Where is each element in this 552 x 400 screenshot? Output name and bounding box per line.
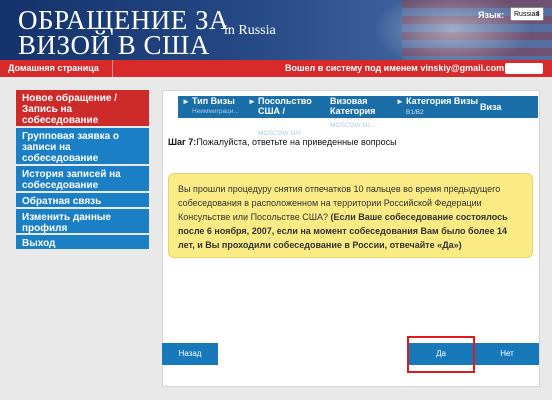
chevron-updown-icon: ⇕ xyxy=(535,11,541,18)
step-text: Пожалуйста, ответьте на приведенные вопр… xyxy=(196,137,397,147)
redacted-mask xyxy=(505,63,543,74)
step-visa: Виза xyxy=(480,102,502,112)
sidebar-item-feedback[interactable]: Обратная связь xyxy=(16,193,149,209)
steps-bar: ► Тип Визы Неиммиграци... ► Посольство С… xyxy=(178,96,538,137)
site-header: ОБРАЩЕНИЕ ЗА ВИЗОЙ В США in Russia Язык:… xyxy=(0,0,552,60)
sidebar-item-edit-profile[interactable]: Изменить данные профиля xyxy=(16,209,149,235)
country-label: in Russia xyxy=(224,23,276,38)
sidebar-item-group-application[interactable]: Групповая заявка о записи на собеседован… xyxy=(16,128,149,166)
step-arrow-icon: ► xyxy=(182,97,190,106)
step-visa-type-value: Неиммиграци... xyxy=(192,108,239,115)
step-visa-class: Категория Визы xyxy=(406,96,479,106)
step-embassy: Посольство США / xyxy=(258,96,312,116)
sidebar-item-logout[interactable]: Выход xyxy=(16,235,149,251)
header-glow xyxy=(372,0,532,60)
step-visa-class-value: B1/B2 xyxy=(406,109,424,116)
sidebar-item-history[interactable]: История записей на собеседование xyxy=(16,166,149,193)
home-link[interactable]: Домашняя страница xyxy=(0,60,113,77)
step-visa-category: Визовая Категория xyxy=(330,96,376,116)
step-number: Шаг 7: xyxy=(168,137,197,147)
question-box: Вы прошли процедуру снятия отпечатков 10… xyxy=(168,173,533,258)
step-arrow-icon: ► xyxy=(396,97,404,106)
highlight-box xyxy=(407,336,475,373)
back-button[interactable]: Назад xyxy=(162,343,218,365)
site-title: ОБРАЩЕНИЕ ЗА ВИЗОЙ В США xyxy=(18,7,229,60)
login-info: Вошел в систему под именем vinskiy@gmail… xyxy=(285,63,510,73)
language-label: Язык: xyxy=(478,10,505,20)
step-instruction: Шаг 7:Пожалуйста, ответьте на приведенны… xyxy=(168,137,397,147)
sidebar-item-new-application[interactable]: Новое обращение / Запись на собеседовани… xyxy=(16,90,149,128)
language-select[interactable]: Russian ⇕ xyxy=(510,7,544,21)
no-button[interactable]: Нет xyxy=(475,343,539,365)
step-embassy-value: MOSCOW NIV xyxy=(258,130,302,137)
site-title-line2: ВИЗОЙ В США xyxy=(18,30,210,60)
step-arrow-icon: ► xyxy=(248,97,256,106)
step-visa-category-value: MOSCOW NI... xyxy=(330,122,375,129)
